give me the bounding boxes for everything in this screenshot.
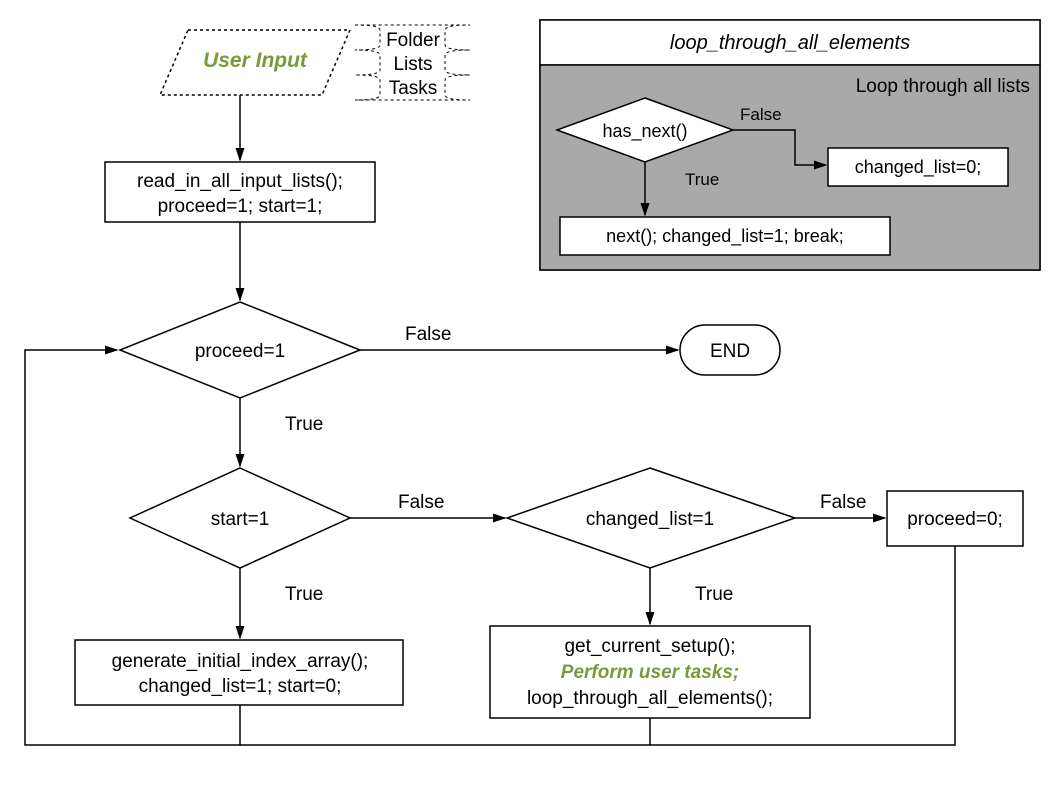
hasnext-true-label: True (685, 170, 719, 189)
generate-line1: generate_initial_index_array(); (112, 651, 369, 672)
readin-line1: read_in_all_input_lists(); (137, 171, 343, 192)
getcurrent-line2: Perform user tasks; (561, 662, 739, 683)
proceed-label: proceed=1 (195, 341, 285, 362)
arrow-getcurrent-loopback (240, 718, 650, 745)
generate-line2: changed_list=1; start=0; (139, 676, 342, 697)
nextbreak-label: next(); changed_list=1; break; (606, 226, 844, 247)
annotation-folder: Folder (386, 30, 441, 51)
changed-true-label: True (695, 584, 733, 605)
proceed-false-label: False (405, 324, 451, 345)
changedzero-label: changed_list=0; (855, 157, 982, 178)
hasnext-false-label: False (740, 105, 782, 124)
changed-false-label: False (820, 492, 866, 513)
proceedzero-label: proceed=0; (907, 509, 1003, 530)
end-label: END (710, 341, 750, 362)
start-false-label: False (398, 492, 444, 513)
sub-title: loop_through_all_elements (670, 32, 910, 54)
annotation-tasks: Tasks (389, 78, 438, 99)
sub-loop-label: Loop through all lists (856, 76, 1030, 97)
start-true-label: True (285, 584, 323, 605)
getcurrent-line1: get_current_setup(); (564, 636, 735, 657)
getcurrent-line3: loop_through_all_elements(); (527, 688, 773, 709)
start-label: start=1 (211, 509, 270, 530)
annotation-lists: Lists (393, 54, 432, 75)
user-input-label: User Input (203, 49, 308, 72)
changed-label: changed_list=1 (586, 509, 714, 530)
hasnext-label: has_next() (602, 121, 687, 142)
proceed-true-label: True (285, 414, 323, 435)
readin-line2: proceed=1; start=1; (158, 196, 323, 217)
